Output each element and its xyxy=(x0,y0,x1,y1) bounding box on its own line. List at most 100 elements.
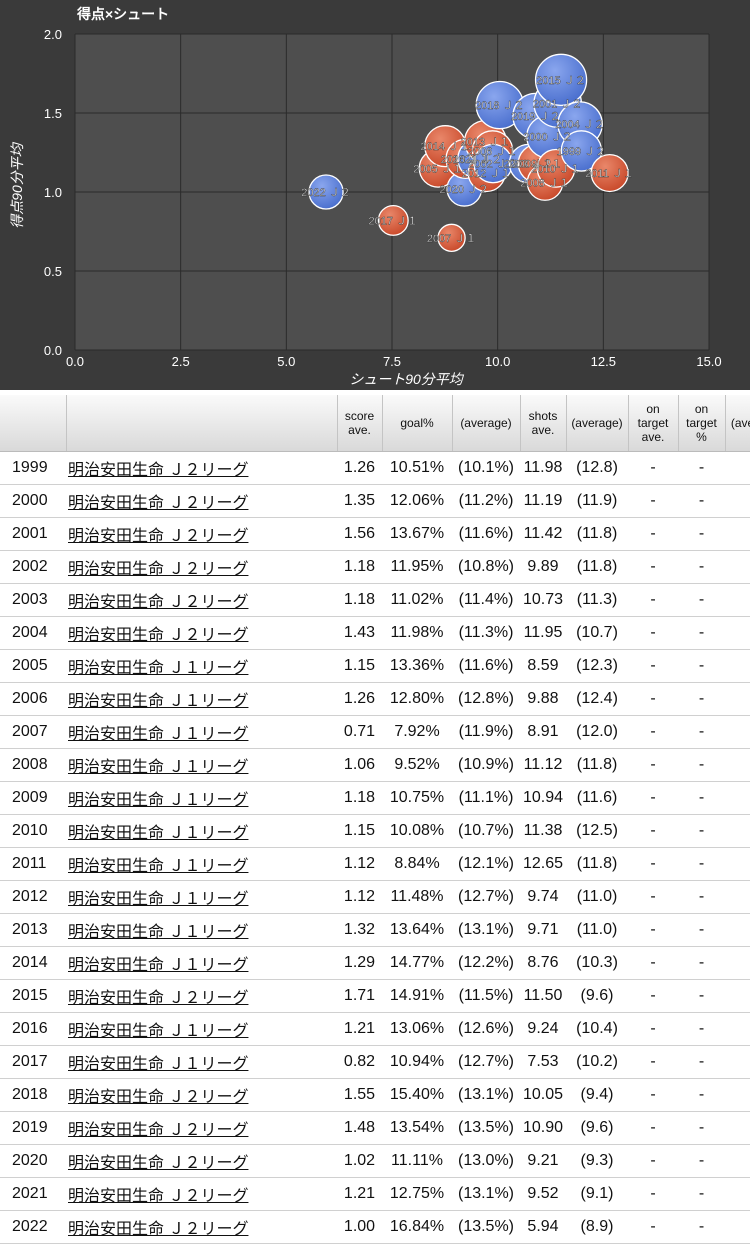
league-link[interactable]: 明治安田生命 Ｊ２リーグ xyxy=(68,495,248,512)
stat-cell xyxy=(725,847,750,881)
stat-cell: 9.24 xyxy=(520,1012,566,1046)
year-cell: 2009 xyxy=(0,781,66,815)
stat-cell: (10.7) xyxy=(566,616,628,650)
league-link[interactable]: 明治安田生命 Ｊ１リーグ xyxy=(68,858,248,875)
stat-cell: 1.12 xyxy=(337,847,382,881)
league-link[interactable]: 明治安田生命 Ｊ２リーグ xyxy=(68,1188,248,1205)
y-tick-label: 0.0 xyxy=(44,343,62,358)
year-cell: 2016 xyxy=(0,1012,66,1046)
table-row: 2004 明治安田生命 Ｊ２リーグ 1.43 11.98% (11.3%) 11.95 (1… xyxy=(0,616,750,650)
league-link[interactable]: 明治安田生命 Ｊ２リーグ xyxy=(68,528,248,545)
stat-cell: 9.71 xyxy=(520,913,566,947)
stat-cell xyxy=(725,715,750,749)
stat-cell: (8.9) xyxy=(566,1210,628,1244)
stat-cell: (12.1%) xyxy=(452,847,520,881)
league-link[interactable]: 明治安田生命 Ｊ１リーグ xyxy=(68,792,248,809)
stat-cell: 1.15 xyxy=(337,814,382,848)
league-cell: 明治安田生命 Ｊ２リーグ xyxy=(66,1210,337,1244)
year-cell: 2000 xyxy=(0,484,66,518)
stat-cell: 1.21 xyxy=(337,1012,382,1046)
stat-cell: (13.0%) xyxy=(452,1144,520,1178)
data-label: 2008 Ｊ１ xyxy=(520,178,570,190)
stat-cell xyxy=(725,946,750,980)
stat-cell: 14.77% xyxy=(382,946,452,980)
league-link[interactable]: 明治安田生命 Ｊ２リーグ xyxy=(68,1089,248,1106)
league-link[interactable]: 明治安田生命 Ｊ２リーグ xyxy=(68,1155,248,1172)
stat-cell: 11.48% xyxy=(382,880,452,914)
stat-cell: 13.64% xyxy=(382,913,452,947)
league-link[interactable]: 明治安田生命 Ｊ１リーグ xyxy=(68,759,248,776)
league-link[interactable]: 明治安田生命 Ｊ２リーグ xyxy=(68,462,248,479)
stat-cell: - xyxy=(678,1078,725,1112)
stat-cell: - xyxy=(678,847,725,881)
league-link[interactable]: 明治安田生命 Ｊ１リーグ xyxy=(68,1056,248,1073)
stat-cell xyxy=(725,1078,750,1112)
league-cell: 明治安田生命 Ｊ２リーグ xyxy=(66,583,337,617)
table-row: 1999 明治安田生命 Ｊ２リーグ 1.26 10.51% (10.1%) 11.98 (1… xyxy=(0,451,750,485)
league-link[interactable]: 明治安田生命 Ｊ２リーグ xyxy=(68,627,248,644)
stat-cell: 11.12 xyxy=(520,748,566,782)
stat-cell: 8.76 xyxy=(520,946,566,980)
stat-cell: - xyxy=(678,550,725,584)
league-link[interactable]: 明治安田生命 Ｊ１リーグ xyxy=(68,660,248,677)
league-link[interactable]: 明治安田生命 Ｊ２リーグ xyxy=(68,594,248,611)
stat-cell: - xyxy=(628,1177,678,1211)
stat-cell: - xyxy=(678,946,725,980)
year-cell: 2002 xyxy=(0,550,66,584)
league-link[interactable]: 明治安田生命 Ｊ１リーグ xyxy=(68,924,248,941)
league-link[interactable]: 明治安田生命 Ｊ１リーグ xyxy=(68,825,248,842)
stat-cell: - xyxy=(628,847,678,881)
league-link[interactable]: 明治安田生命 Ｊ２リーグ xyxy=(68,1122,248,1139)
table-row: 2020 明治安田生命 Ｊ２リーグ 1.02 11.11% (13.0%) 9.21 (9.… xyxy=(0,1144,750,1178)
stat-cell xyxy=(725,1012,750,1046)
stat-cell: (9.6) xyxy=(566,979,628,1013)
stat-cell: - xyxy=(628,1078,678,1112)
league-link[interactable]: 明治安田生命 Ｊ２リーグ xyxy=(68,1221,248,1238)
stat-cell: 1.55 xyxy=(337,1078,382,1112)
column-header xyxy=(66,395,338,452)
scatter-chart: 0.0 2.5 5.0 7.5 10.0 12.5 15.0 0.0 0.5 1.0 1.5 2.0 得… xyxy=(9,6,722,387)
stat-cell: 8.91 xyxy=(520,715,566,749)
year-cell: 2017 xyxy=(0,1045,66,1079)
stat-cell xyxy=(725,517,750,551)
stat-cell xyxy=(725,1177,750,1211)
stat-cell: 12.75% xyxy=(382,1177,452,1211)
stat-cell: 10.94% xyxy=(382,1045,452,1079)
year-cell: 2005 xyxy=(0,649,66,683)
year-cell: 2010 xyxy=(0,814,66,848)
stat-cell: - xyxy=(678,781,725,815)
league-cell: 明治安田生命 Ｊ２リーグ xyxy=(66,517,337,551)
table-row: 2002 明治安田生命 Ｊ２リーグ 1.18 11.95% (10.8%) 9.89 (11… xyxy=(0,550,750,584)
stat-cell: - xyxy=(678,1111,725,1145)
league-link[interactable]: 明治安田生命 Ｊ１リーグ xyxy=(68,726,248,743)
year-cell: 2020 xyxy=(0,1144,66,1178)
stat-cell: (12.8) xyxy=(566,451,628,485)
league-link[interactable]: 明治安田生命 Ｊ１リーグ xyxy=(68,891,248,908)
league-link[interactable]: 明治安田生命 Ｊ１リーグ xyxy=(68,957,248,974)
stats-table-container[interactable]: score ave. goal% (average) shots ave. (avera… xyxy=(0,395,750,1244)
league-cell: 明治安田生命 Ｊ１リーグ xyxy=(66,814,337,848)
stat-cell: (11.5%) xyxy=(452,979,520,1013)
stat-cell xyxy=(725,616,750,650)
league-link[interactable]: 明治安田生命 Ｊ２リーグ xyxy=(68,990,248,1007)
stat-cell: (10.1%) xyxy=(452,451,520,485)
stat-cell: (10.9%) xyxy=(452,748,520,782)
stats-table: score ave. goal% (average) shots ave. (avera… xyxy=(0,395,750,1244)
league-link[interactable]: 明治安田生命 Ｊ２リーグ xyxy=(68,561,248,578)
x-tick-label: 15.0 xyxy=(696,354,721,369)
stat-cell xyxy=(725,1210,750,1244)
stat-cell: - xyxy=(628,583,678,617)
stat-cell xyxy=(725,913,750,947)
stat-cell: 16.84% xyxy=(382,1210,452,1244)
league-link[interactable]: 明治安田生命 Ｊ１リーグ xyxy=(68,693,248,710)
stat-cell: - xyxy=(628,880,678,914)
stat-cell: 10.05 xyxy=(520,1078,566,1112)
stat-cell xyxy=(725,781,750,815)
league-cell: 明治安田生命 Ｊ２リーグ xyxy=(66,1111,337,1145)
year-cell: 2012 xyxy=(0,880,66,914)
league-link[interactable]: 明治安田生命 Ｊ１リーグ xyxy=(68,1023,248,1040)
data-label: 2000 Ｊ２ xyxy=(523,132,573,144)
stat-cell: (11.4%) xyxy=(452,583,520,617)
stat-cell xyxy=(725,1045,750,1079)
league-cell: 明治安田生命 Ｊ２リーグ xyxy=(66,550,337,584)
